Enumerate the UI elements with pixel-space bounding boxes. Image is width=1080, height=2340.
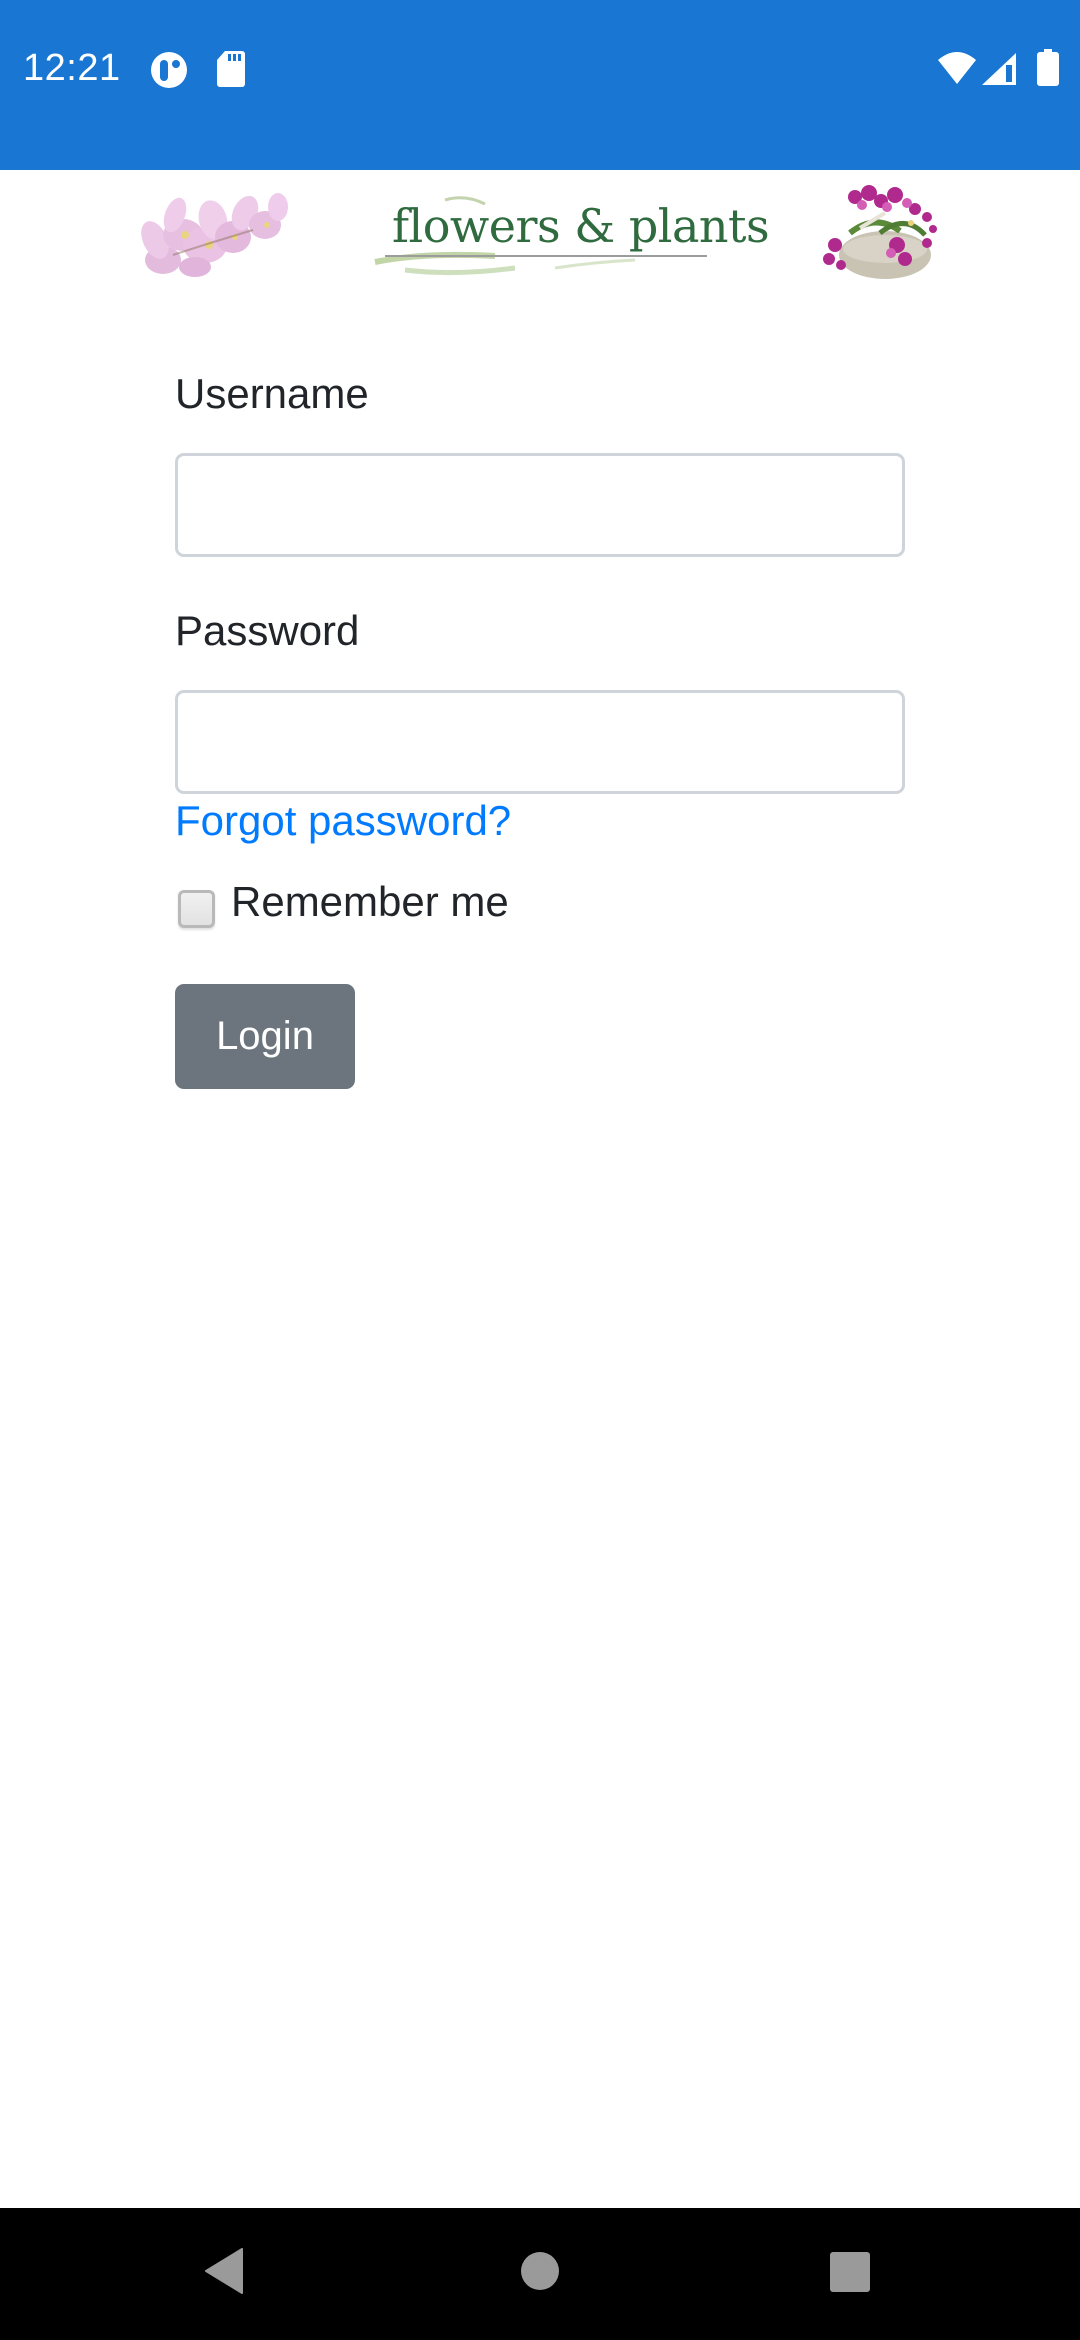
home-icon [521,2252,559,2290]
remember-me-label[interactable]: Remember me [231,878,509,926]
back-button[interactable] [204,2248,244,2294]
recents-button[interactable] [829,2251,871,2293]
username-label: Username [175,370,369,417]
password-label: Password [175,607,360,654]
remember-me-checkbox[interactable] [178,890,215,928]
navigation-bar [0,2208,1080,2340]
status-bar: 12:21 [0,0,1080,170]
login-button[interactable]: Login [175,984,355,1089]
home-button[interactable] [520,2251,560,2291]
password-input[interactable] [175,690,905,794]
logo-text: flowers & plants [392,199,770,253]
cellular-signal-icon [982,52,1018,86]
wifi-icon [936,50,978,86]
recents-icon [830,2252,870,2292]
pink-orchids-image [133,185,293,281]
sd-card-icon [216,51,246,87]
forgot-password-link[interactable]: Forgot password? [175,797,511,845]
login-screen: 12:21 flowers & plants Username Password… [0,0,1080,2340]
back-icon [205,2248,243,2294]
assistant-icon [150,51,188,89]
potted-orchid-image [815,183,947,281]
status-time: 12:21 [23,47,121,89]
battery-icon [1037,49,1059,87]
username-input[interactable] [175,453,905,557]
